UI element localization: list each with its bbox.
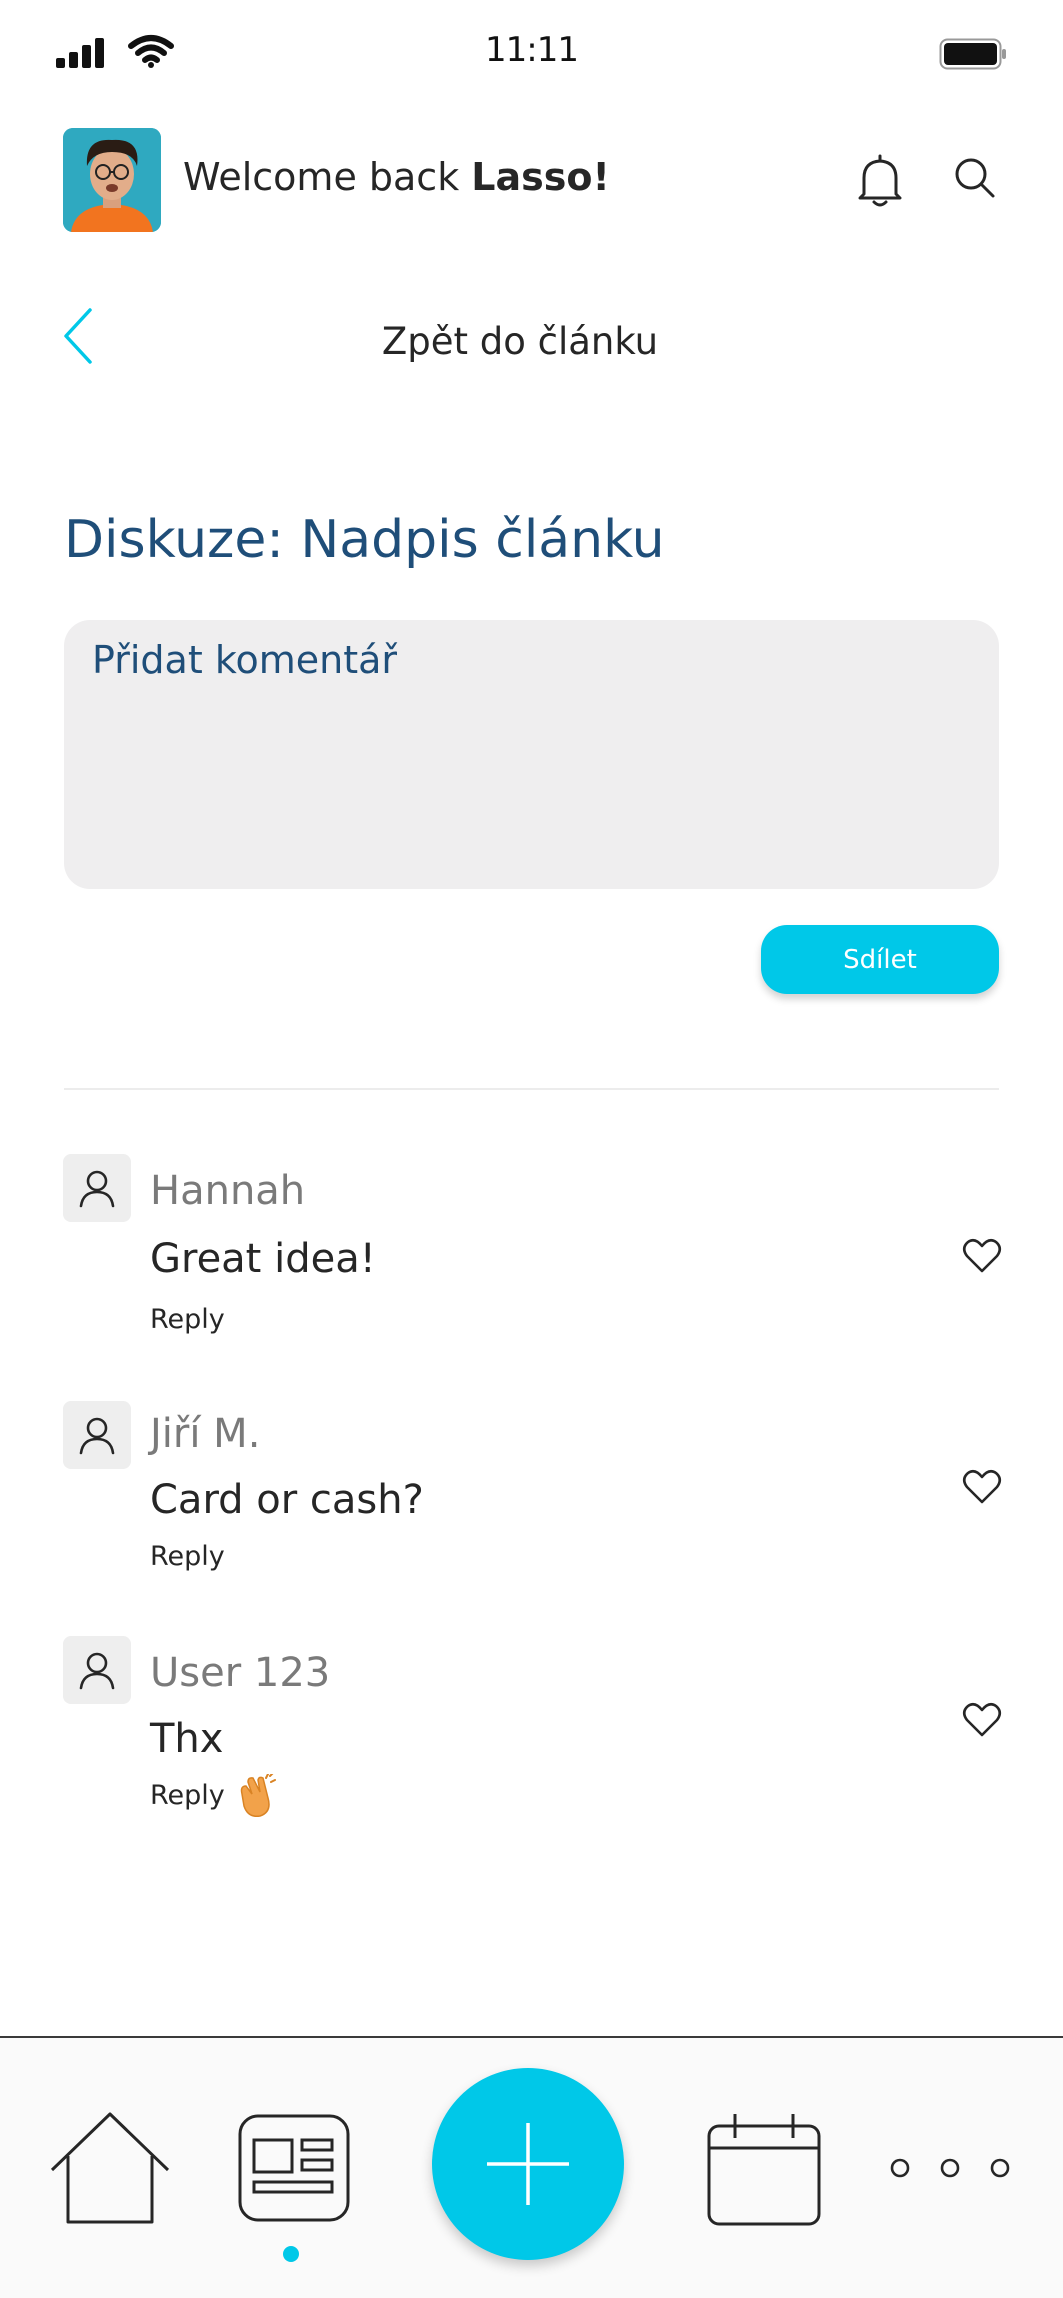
comment-author: User 123 [150,1650,331,1696]
heart-icon[interactable] [962,1702,1002,1738]
comment-author: Hannah [150,1168,306,1214]
active-indicator [283,2246,299,2262]
comment-placeholder: Přidat komentář [92,638,398,682]
comment-author: Jiří M. [150,1411,261,1457]
calendar-icon[interactable] [707,2112,821,2226]
search-icon[interactable] [953,156,997,200]
user-avatar[interactable] [63,128,161,232]
heart-icon[interactable] [962,1238,1002,1274]
reply-link[interactable]: Reply [150,1304,225,1335]
bottom-nav [0,2036,1063,2298]
comment-item: Jiří M. Card or cash? Reply [0,1401,1063,1601]
status-time: 11:11 [485,30,579,70]
more-icon[interactable] [888,2156,1012,2180]
welcome-text: Welcome back Lasso! [183,155,610,199]
user-icon [63,1154,131,1222]
divider [64,1088,999,1090]
comment-item: Hannah Great idea! Reply [0,1154,1063,1354]
reply-link[interactable]: Reply [150,1780,225,1811]
comment-input[interactable]: Přidat komentář [64,620,999,889]
add-button[interactable] [432,2068,624,2260]
comment-text: Thx [150,1716,224,1762]
user-name: Lasso! [471,155,610,199]
back-title[interactable]: Zpět do článku [0,320,1040,363]
comment-text: Card or cash? [150,1477,424,1523]
bell-icon[interactable] [856,154,904,208]
user-icon [63,1636,131,1704]
battery-icon [939,38,1006,70]
app-header: Welcome back Lasso! [0,128,1063,232]
home-icon[interactable] [48,2110,172,2226]
discussion-title: Diskuze: Nadpis článku [64,510,665,570]
reply-link[interactable]: Reply [150,1541,225,1572]
avatar-image [63,128,161,232]
user-icon [63,1401,131,1469]
comment-text: Great idea! [150,1236,376,1282]
heart-icon[interactable] [962,1469,1002,1505]
add-icon [487,2123,569,2205]
news-icon[interactable] [238,2114,350,2222]
share-button[interactable]: Sdílet [761,925,999,994]
clapping-hands-icon [240,1774,276,1818]
welcome-prefix: Welcome back [183,155,472,199]
status-bar: 11:11 [0,0,1063,110]
comment-item: User 123 Thx Reply [0,1636,1063,1836]
